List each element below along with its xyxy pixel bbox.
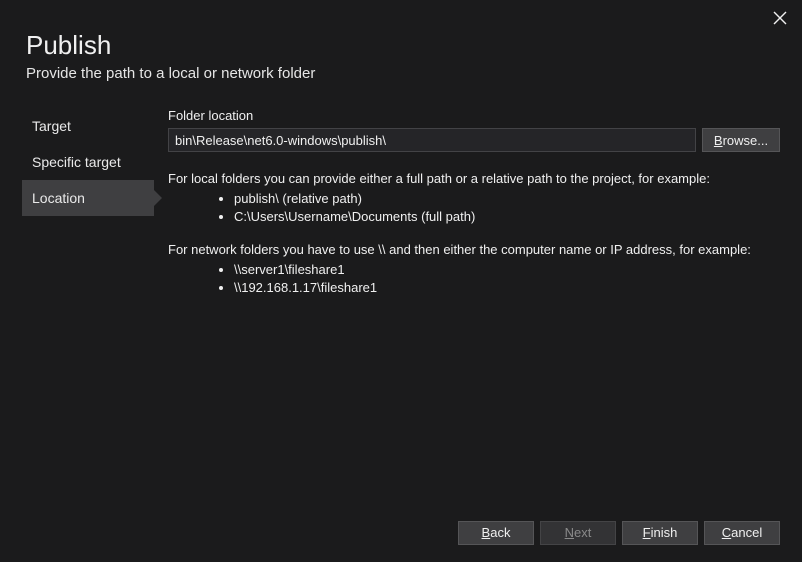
finish-rest: inish [651,525,678,540]
next-button: Next [540,521,616,545]
back-button[interactable]: Back [458,521,534,545]
tab-label: Location [32,190,85,206]
folder-location-label: Folder location [168,108,780,123]
finish-button[interactable]: Finish [622,521,698,545]
wizard-main: Folder location Browse... For local fold… [162,108,780,311]
tab-specific-target[interactable]: Specific target [22,144,154,180]
tab-location[interactable]: Location [22,180,154,216]
tab-label: Target [32,118,71,134]
help-example: \\192.168.1.17\fileshare1 [234,279,780,297]
browse-label-rest: rowse... [723,133,769,148]
publish-dialog: Publish Provide the path to a local or n… [0,0,802,562]
dialog-body: Target Specific target Location Folder l… [0,90,802,311]
help-example: \\server1\fileshare1 [234,261,780,279]
close-icon[interactable] [772,10,788,26]
wizard-footer: Back Next Finish Cancel [0,502,802,562]
help-network-examples: \\server1\fileshare1 \\192.168.1.17\file… [168,261,780,297]
back-rest: ack [490,525,510,540]
help-local-examples: publish\ (relative path) C:\Users\Userna… [168,190,780,226]
folder-location-row: Browse... [168,128,780,152]
cancel-button[interactable]: Cancel [704,521,780,545]
cancel-rest: ancel [731,525,762,540]
wizard-sidebar: Target Specific target Location [22,108,154,311]
help-text: For local folders you can provide either… [168,170,780,297]
help-network-intro: For network folders you have to use \\ a… [168,241,780,259]
folder-location-input[interactable] [168,128,696,152]
next-rest: ext [574,525,591,540]
dialog-header: Publish Provide the path to a local or n… [0,0,802,90]
dialog-title: Publish [26,30,776,61]
help-example: publish\ (relative path) [234,190,780,208]
help-local-intro: For local folders you can provide either… [168,170,780,188]
tab-target[interactable]: Target [22,108,154,144]
help-example: C:\Users\Username\Documents (full path) [234,208,780,226]
browse-button[interactable]: Browse... [702,128,780,152]
dialog-subtitle: Provide the path to a local or network f… [26,65,776,82]
tab-label: Specific target [32,154,121,170]
